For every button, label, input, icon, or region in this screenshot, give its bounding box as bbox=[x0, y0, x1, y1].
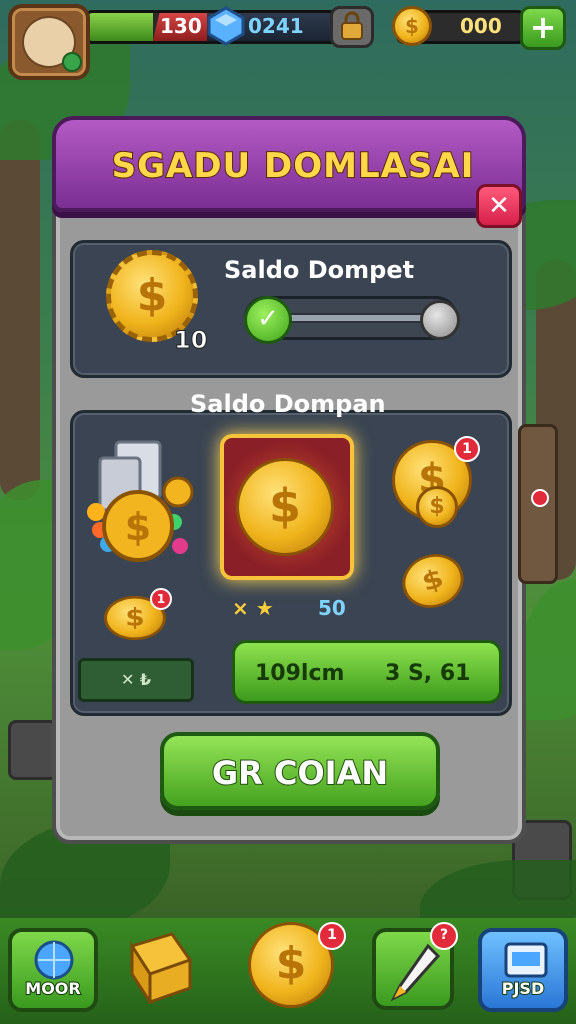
featured-coin-icon: $ bbox=[236, 458, 334, 556]
alert-icon bbox=[531, 489, 549, 507]
nav-pjsd-label: PJSD bbox=[501, 978, 545, 999]
wallet-count: 10 bbox=[173, 326, 208, 355]
nav-moor[interactable]: MOOR bbox=[8, 928, 98, 1012]
side-tab[interactable] bbox=[518, 424, 558, 584]
gem-value: 0241 bbox=[248, 14, 304, 38]
bonus-coin-badge: 1 bbox=[150, 588, 172, 610]
player-avatar[interactable] bbox=[8, 4, 90, 80]
nav-coin-badge: 1 bbox=[318, 922, 346, 950]
close-button[interactable]: ✕ bbox=[476, 184, 522, 228]
nav-pen-badge: ? bbox=[430, 922, 458, 950]
box-icon bbox=[129, 932, 193, 1008]
avatar-badge bbox=[62, 52, 82, 72]
plus-icon: + bbox=[529, 8, 557, 46]
leaf bbox=[520, 580, 576, 720]
coin-icon: $ bbox=[392, 6, 432, 46]
modal-header: SGADU DOMLASAI bbox=[52, 116, 526, 212]
globe-icon bbox=[34, 940, 74, 980]
check-icon[interactable]: ✓ bbox=[244, 296, 292, 344]
pen-icon bbox=[390, 943, 441, 1002]
rating-stars: ⨯ ★ bbox=[232, 596, 274, 620]
section-label: Saldo Dompan bbox=[190, 390, 386, 418]
nav-pjsd[interactable]: PJSD bbox=[478, 928, 568, 1012]
close-icon: ✕ bbox=[488, 191, 510, 221]
top-hud: 130 0241 $ 000 + bbox=[0, 0, 576, 80]
nav-box[interactable] bbox=[122, 928, 196, 1008]
small-coin-icon: $ bbox=[416, 486, 458, 528]
stat-display: 109lcm 3 S, 61 bbox=[232, 640, 502, 704]
lock-icon bbox=[341, 11, 363, 40]
stat-right: 3 S, 61 bbox=[385, 661, 471, 686]
gem-icon bbox=[207, 6, 245, 46]
stat-left: 109lcm bbox=[255, 661, 345, 686]
wallet-label: Saldo Dompet bbox=[224, 256, 415, 284]
stat-box: ✕ ₺ bbox=[78, 658, 194, 702]
modal-title: SGADU DOMLASAI bbox=[111, 145, 475, 187]
coin-badge: 1 bbox=[454, 436, 480, 462]
coin-pile-icon: $ bbox=[87, 440, 194, 562]
lock-button[interactable] bbox=[330, 6, 374, 48]
stone-block bbox=[8, 720, 58, 780]
card-icon bbox=[504, 942, 548, 978]
rating-value: 50 bbox=[318, 596, 346, 620]
add-coins-button[interactable]: + bbox=[520, 6, 566, 50]
coin-value: 000 bbox=[460, 14, 502, 38]
nav-moor-label: MOOR bbox=[24, 978, 81, 999]
claim-coins-label: GR COIAN bbox=[211, 753, 389, 793]
svg-text:$: $ bbox=[125, 505, 151, 549]
tree-trunk bbox=[0, 120, 40, 500]
slider-end-knob bbox=[420, 300, 460, 340]
claim-coins-button[interactable]: GR COIAN bbox=[160, 732, 440, 810]
health-value: 130 bbox=[160, 14, 202, 38]
